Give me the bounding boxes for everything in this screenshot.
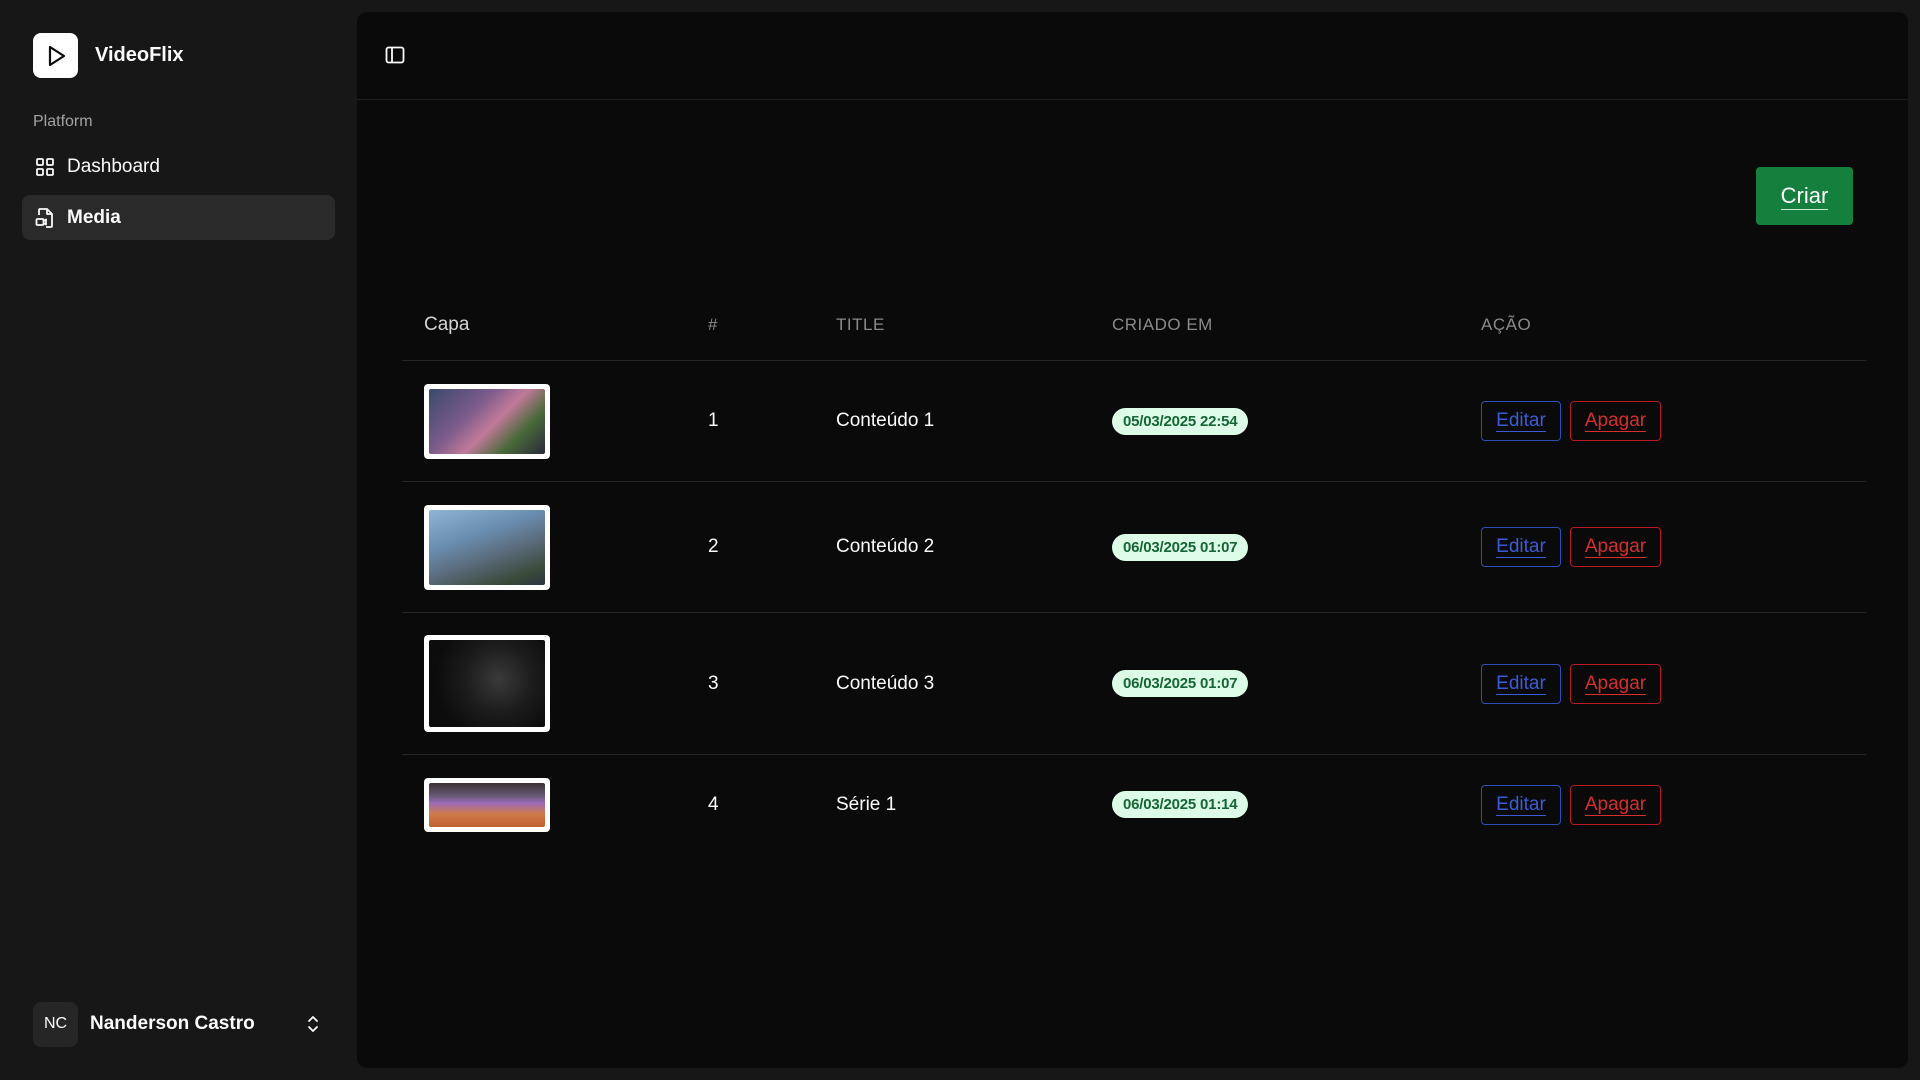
row-title: Conteúdo 1 (836, 360, 1112, 482)
main-panel: Criar Capa # TITLE CRIADO EM AÇÃO 1 Cont… (357, 12, 1908, 1068)
table-row: 4 Série 1 06/03/2025 01:14 Editar Apagar (402, 755, 1866, 855)
play-logo-icon (33, 33, 78, 78)
row-id: 1 (708, 360, 836, 482)
thumbnail[interactable] (424, 777, 550, 832)
delete-button[interactable]: Apagar (1570, 401, 1661, 441)
edit-button[interactable]: Editar (1481, 784, 1561, 825)
table-row: 3 Conteúdo 3 06/03/2025 01:07 Editar Apag… (402, 612, 1866, 755)
avatar: NC (33, 1001, 78, 1047)
edit-button[interactable]: Editar (1481, 401, 1561, 441)
sidebar-item-dashboard[interactable]: Dashboard (22, 144, 335, 189)
date-badge: 06/03/2025 01:14 (1112, 791, 1249, 819)
column-header-capa: Capa (402, 290, 708, 361)
media-table: Capa # TITLE CRIADO EM AÇÃO 1 Conteúdo 1… (402, 290, 1866, 855)
sidebar-item-label: Media (67, 206, 121, 228)
sidebar-item-label: Dashboard (67, 155, 160, 177)
row-title: Série 1 (836, 793, 897, 815)
edit-button[interactable]: Editar (1481, 663, 1561, 704)
create-button-label: Criar (1780, 183, 1829, 210)
thumbnail[interactable] (424, 383, 550, 459)
row-id: 2 (708, 481, 836, 613)
topbar (357, 12, 1908, 100)
column-header-created: CRIADO EM (1112, 290, 1481, 361)
user-name: Nanderson Castro (90, 1013, 255, 1034)
column-header-id: # (708, 290, 836, 361)
sidebar: VideoFlix Platform Dashboard Media NC Na… (0, 0, 357, 1080)
delete-button[interactable]: Apagar (1570, 527, 1661, 567)
row-id: 3 (708, 612, 836, 755)
table-header-row: Capa # TITLE CRIADO EM AÇÃO (402, 290, 1866, 361)
column-header-title: TITLE (836, 290, 1112, 361)
sidebar-section-label: Platform (33, 113, 93, 130)
brand[interactable]: VideoFlix (33, 33, 184, 78)
table-row: 1 Conteúdo 1 05/03/2025 22:54 Editar Apag… (402, 360, 1866, 482)
date-badge: 05/03/2025 22:54 (1112, 407, 1249, 435)
date-badge: 06/03/2025 01:07 (1112, 533, 1249, 561)
thumbnail[interactable] (424, 635, 550, 732)
column-header-action: AÇÃO (1481, 290, 1866, 361)
table-row: 2 Conteúdo 2 06/03/2025 01:07 Editar Apag… (402, 481, 1866, 613)
media-file-icon (34, 207, 56, 229)
row-title: Conteúdo 3 (836, 612, 1112, 755)
delete-button[interactable]: Apagar (1570, 784, 1661, 825)
delete-button[interactable]: Apagar (1570, 663, 1661, 704)
edit-button[interactable]: Editar (1481, 527, 1561, 567)
chevrons-up-down-icon (303, 1014, 323, 1034)
sidebar-item-media[interactable]: Media (22, 195, 335, 240)
grid-icon (34, 156, 56, 178)
user-menu[interactable]: NC Nanderson Castro (33, 1001, 323, 1047)
row-title: Conteúdo 2 (836, 481, 1112, 613)
app-name: VideoFlix (95, 44, 184, 66)
row-id: 4 (708, 793, 719, 815)
create-button[interactable]: Criar (1756, 167, 1853, 225)
thumbnail[interactable] (424, 504, 550, 590)
sidebar-toggle-icon[interactable] (383, 43, 407, 67)
date-badge: 06/03/2025 01:07 (1112, 670, 1249, 697)
